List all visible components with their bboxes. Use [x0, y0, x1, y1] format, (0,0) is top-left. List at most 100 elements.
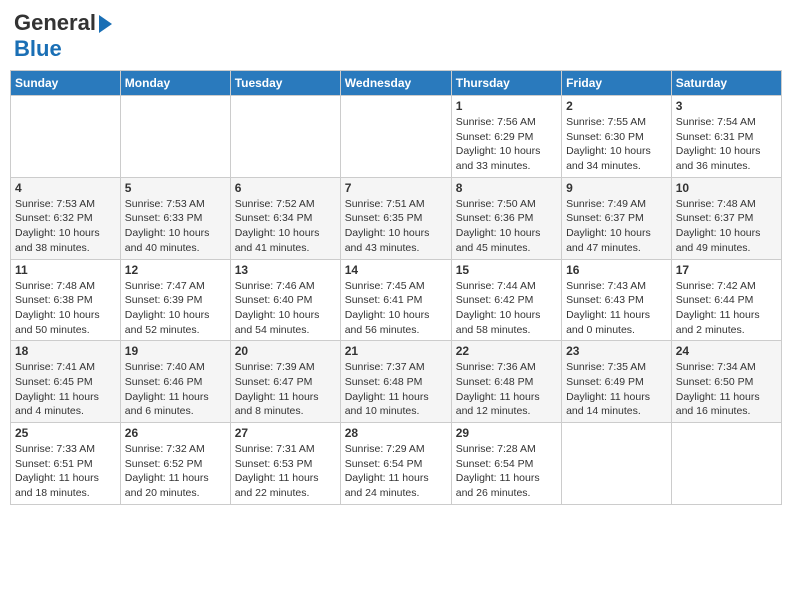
- calendar-cell: [230, 96, 340, 178]
- day-info: Sunrise: 7:36 AM Sunset: 6:48 PM Dayligh…: [456, 360, 557, 419]
- day-number: 14: [345, 263, 447, 277]
- day-info: Sunrise: 7:37 AM Sunset: 6:48 PM Dayligh…: [345, 360, 447, 419]
- day-number: 17: [676, 263, 777, 277]
- day-number: 20: [235, 344, 336, 358]
- day-info: Sunrise: 7:52 AM Sunset: 6:34 PM Dayligh…: [235, 197, 336, 256]
- day-info: Sunrise: 7:51 AM Sunset: 6:35 PM Dayligh…: [345, 197, 447, 256]
- day-number: 3: [676, 99, 777, 113]
- day-number: 1: [456, 99, 557, 113]
- day-info: Sunrise: 7:33 AM Sunset: 6:51 PM Dayligh…: [15, 442, 116, 501]
- calendar-cell: 11 Sunrise: 7:48 AM Sunset: 6:38 PM Dayli…: [11, 259, 121, 341]
- day-info: Sunrise: 7:29 AM Sunset: 6:54 PM Dayligh…: [345, 442, 447, 501]
- day-info: Sunrise: 7:42 AM Sunset: 6:44 PM Dayligh…: [676, 279, 777, 338]
- calendar-cell: 13 Sunrise: 7:46 AM Sunset: 6:40 PM Dayli…: [230, 259, 340, 341]
- day-info: Sunrise: 7:31 AM Sunset: 6:53 PM Dayligh…: [235, 442, 336, 501]
- day-number: 23: [566, 344, 667, 358]
- day-info: Sunrise: 7:43 AM Sunset: 6:43 PM Dayligh…: [566, 279, 667, 338]
- day-number: 15: [456, 263, 557, 277]
- calendar-cell: 12 Sunrise: 7:47 AM Sunset: 6:39 PM Dayli…: [120, 259, 230, 341]
- day-number: 27: [235, 426, 336, 440]
- calendar-cell: 18 Sunrise: 7:41 AM Sunset: 6:45 PM Dayli…: [11, 341, 121, 423]
- calendar-cell: 14 Sunrise: 7:45 AM Sunset: 6:41 PM Dayli…: [340, 259, 451, 341]
- weekday-header: Saturday: [671, 71, 781, 96]
- day-info: Sunrise: 7:44 AM Sunset: 6:42 PM Dayligh…: [456, 279, 557, 338]
- day-info: Sunrise: 7:48 AM Sunset: 6:37 PM Dayligh…: [676, 197, 777, 256]
- calendar-cell: 10 Sunrise: 7:48 AM Sunset: 6:37 PM Dayli…: [671, 177, 781, 259]
- day-number: 16: [566, 263, 667, 277]
- calendar-cell: 3 Sunrise: 7:54 AM Sunset: 6:31 PM Daylig…: [671, 96, 781, 178]
- weekday-header: Friday: [562, 71, 672, 96]
- day-number: 26: [125, 426, 226, 440]
- day-info: Sunrise: 7:41 AM Sunset: 6:45 PM Dayligh…: [15, 360, 116, 419]
- calendar-week-row: 18 Sunrise: 7:41 AM Sunset: 6:45 PM Dayli…: [11, 341, 782, 423]
- calendar-cell: 6 Sunrise: 7:52 AM Sunset: 6:34 PM Daylig…: [230, 177, 340, 259]
- calendar-table: SundayMondayTuesdayWednesdayThursdayFrid…: [10, 70, 782, 505]
- page-header: General Blue: [10, 10, 782, 62]
- calendar-week-row: 1 Sunrise: 7:56 AM Sunset: 6:29 PM Daylig…: [11, 96, 782, 178]
- day-number: 7: [345, 181, 447, 195]
- day-number: 9: [566, 181, 667, 195]
- calendar-cell: [340, 96, 451, 178]
- day-number: 2: [566, 99, 667, 113]
- calendar-week-row: 4 Sunrise: 7:53 AM Sunset: 6:32 PM Daylig…: [11, 177, 782, 259]
- calendar-cell: [562, 423, 672, 505]
- calendar-cell: 15 Sunrise: 7:44 AM Sunset: 6:42 PM Dayli…: [451, 259, 561, 341]
- day-number: 19: [125, 344, 226, 358]
- day-info: Sunrise: 7:53 AM Sunset: 6:33 PM Dayligh…: [125, 197, 226, 256]
- calendar-cell: 27 Sunrise: 7:31 AM Sunset: 6:53 PM Dayli…: [230, 423, 340, 505]
- day-number: 4: [15, 181, 116, 195]
- day-number: 8: [456, 181, 557, 195]
- calendar-cell: [11, 96, 121, 178]
- calendar-cell: 29Sunrise: 7:28 AM Sunset: 6:54 PM Dayli…: [451, 423, 561, 505]
- day-number: 11: [15, 263, 116, 277]
- day-info: Sunrise: 7:35 AM Sunset: 6:49 PM Dayligh…: [566, 360, 667, 419]
- day-number: 12: [125, 263, 226, 277]
- logo: General Blue: [14, 10, 112, 62]
- day-info: Sunrise: 7:53 AM Sunset: 6:32 PM Dayligh…: [15, 197, 116, 256]
- calendar-cell: 21 Sunrise: 7:37 AM Sunset: 6:48 PM Dayli…: [340, 341, 451, 423]
- weekday-header: Monday: [120, 71, 230, 96]
- calendar-cell: 19 Sunrise: 7:40 AM Sunset: 6:46 PM Dayli…: [120, 341, 230, 423]
- calendar-cell: 4 Sunrise: 7:53 AM Sunset: 6:32 PM Daylig…: [11, 177, 121, 259]
- calendar-cell: 26 Sunrise: 7:32 AM Sunset: 6:52 PM Dayli…: [120, 423, 230, 505]
- day-number: 24: [676, 344, 777, 358]
- day-info: Sunrise: 7:32 AM Sunset: 6:52 PM Dayligh…: [125, 442, 226, 501]
- calendar-cell: 7 Sunrise: 7:51 AM Sunset: 6:35 PM Daylig…: [340, 177, 451, 259]
- calendar-cell: 22Sunrise: 7:36 AM Sunset: 6:48 PM Dayli…: [451, 341, 561, 423]
- day-number: 21: [345, 344, 447, 358]
- day-info: Sunrise: 7:40 AM Sunset: 6:46 PM Dayligh…: [125, 360, 226, 419]
- weekday-header: Tuesday: [230, 71, 340, 96]
- day-number: 10: [676, 181, 777, 195]
- day-info: Sunrise: 7:45 AM Sunset: 6:41 PM Dayligh…: [345, 279, 447, 338]
- calendar-cell: [671, 423, 781, 505]
- calendar-cell: 28 Sunrise: 7:29 AM Sunset: 6:54 PM Dayli…: [340, 423, 451, 505]
- weekday-header: Thursday: [451, 71, 561, 96]
- calendar-cell: 16 Sunrise: 7:43 AM Sunset: 6:43 PM Dayli…: [562, 259, 672, 341]
- calendar-cell: 2 Sunrise: 7:55 AM Sunset: 6:30 PM Daylig…: [562, 96, 672, 178]
- calendar-cell: [120, 96, 230, 178]
- day-info: Sunrise: 7:54 AM Sunset: 6:31 PM Dayligh…: [676, 115, 777, 174]
- calendar-header-row: SundayMondayTuesdayWednesdayThursdayFrid…: [11, 71, 782, 96]
- day-info: Sunrise: 7:56 AM Sunset: 6:29 PM Dayligh…: [456, 115, 557, 174]
- day-number: 5: [125, 181, 226, 195]
- calendar-cell: 1 Sunrise: 7:56 AM Sunset: 6:29 PM Daylig…: [451, 96, 561, 178]
- day-info: Sunrise: 7:47 AM Sunset: 6:39 PM Dayligh…: [125, 279, 226, 338]
- calendar-cell: 23 Sunrise: 7:35 AM Sunset: 6:49 PM Dayli…: [562, 341, 672, 423]
- weekday-header: Sunday: [11, 71, 121, 96]
- logo-text-blue: Blue: [14, 36, 62, 61]
- day-info: Sunrise: 7:55 AM Sunset: 6:30 PM Dayligh…: [566, 115, 667, 174]
- day-info: Sunrise: 7:46 AM Sunset: 6:40 PM Dayligh…: [235, 279, 336, 338]
- calendar-cell: 25Sunrise: 7:33 AM Sunset: 6:51 PM Dayli…: [11, 423, 121, 505]
- calendar-cell: 24 Sunrise: 7:34 AM Sunset: 6:50 PM Dayli…: [671, 341, 781, 423]
- day-info: Sunrise: 7:48 AM Sunset: 6:38 PM Dayligh…: [15, 279, 116, 338]
- day-info: Sunrise: 7:39 AM Sunset: 6:47 PM Dayligh…: [235, 360, 336, 419]
- logo-arrow-icon: [99, 15, 112, 33]
- day-number: 28: [345, 426, 447, 440]
- day-number: 13: [235, 263, 336, 277]
- day-info: Sunrise: 7:34 AM Sunset: 6:50 PM Dayligh…: [676, 360, 777, 419]
- day-number: 18: [15, 344, 116, 358]
- day-number: 6: [235, 181, 336, 195]
- calendar-cell: 8Sunrise: 7:50 AM Sunset: 6:36 PM Daylig…: [451, 177, 561, 259]
- calendar-cell: 5 Sunrise: 7:53 AM Sunset: 6:33 PM Daylig…: [120, 177, 230, 259]
- weekday-header: Wednesday: [340, 71, 451, 96]
